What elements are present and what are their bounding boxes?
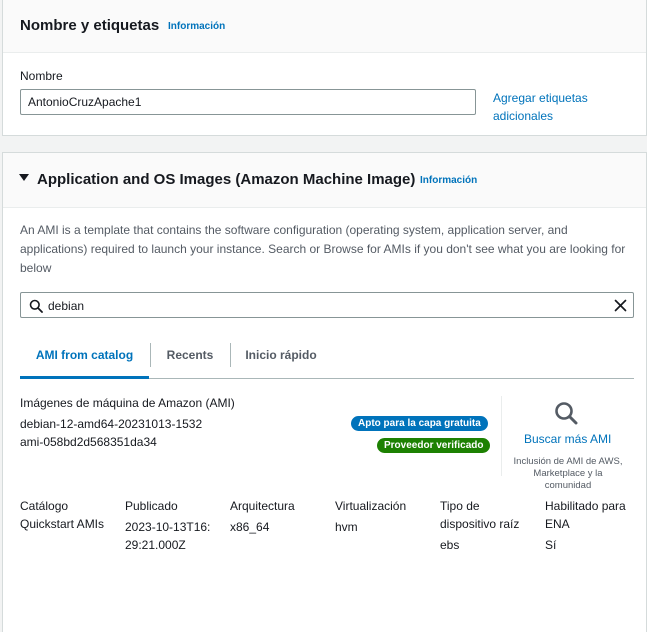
browse-more-amis-link[interactable]: Buscar más AMI <box>524 432 611 446</box>
attr-value: 2023-10-13T16:29:21.000Z <box>125 520 211 552</box>
attr-value: x86_64 <box>230 520 270 534</box>
attr-value: Sí <box>545 538 557 552</box>
attr-published: Publicado 2023-10-13T16:29:21.000Z <box>125 497 215 554</box>
attr-value: ebs <box>440 538 460 552</box>
close-icon[interactable] <box>614 299 627 312</box>
panel-header[interactable]: Application and OS Images (Amazon Machin… <box>3 153 646 208</box>
ami-description: An AMI is a template that contains the s… <box>20 223 626 275</box>
attr-key: Habilitado para ENA <box>545 499 626 531</box>
ami-search-input[interactable]: debian <box>20 292 634 318</box>
panel-title: Application and OS Images (Amazon Machin… <box>37 171 416 188</box>
ami-heading: Imágenes de máquina de Amazon (AMI) <box>20 396 235 410</box>
tab-quick-start[interactable]: Inicio rápido <box>231 341 331 378</box>
info-link[interactable]: Información <box>420 175 477 186</box>
attr-key: Virtualización <box>335 499 407 513</box>
attr-virtualization: Virtualización hvm <box>335 497 430 536</box>
info-link[interactable]: Información <box>168 21 225 32</box>
attr-value: Quickstart AMIs <box>20 517 105 531</box>
free-tier-badge: Apto para la capa gratuita <box>351 416 488 431</box>
panel-title: Nombre y etiquetas <box>20 17 160 34</box>
ami-tabs: AMI from catalog Recents Inicio rápido <box>20 341 634 379</box>
verified-provider-badge: Proveedor verificado <box>377 438 491 453</box>
attr-architecture: Arquitectura x86_64 <box>230 497 325 536</box>
attr-key: Arquitectura <box>230 499 295 513</box>
name-field-label: Nombre <box>20 69 63 83</box>
attr-ena-enabled: Habilitado para ENA Sí <box>545 497 640 554</box>
search-icon[interactable] <box>554 401 578 425</box>
tab-recents[interactable]: Recents <box>151 341 229 378</box>
attr-key: Catálogo <box>20 499 69 513</box>
attr-catalog: Catálogo Quickstart AMIs <box>20 497 115 533</box>
divider <box>501 396 502 476</box>
attr-value: hvm <box>335 520 358 534</box>
attr-key: Tipo de dispositivo raíz <box>440 499 520 531</box>
tab-ami-from-catalog[interactable]: AMI from catalog <box>20 341 149 379</box>
ami-name: debian-12-amd64-20231013-1532 <box>20 417 203 431</box>
attr-key: Publicado <box>125 499 178 513</box>
ami-id: ami-058bd2d568351da34 <box>20 435 157 449</box>
name-input[interactable]: AntonioCruzApache1 <box>20 89 476 115</box>
attr-root-device-type: Tipo de dispositivo raíz ebs <box>440 497 535 554</box>
browse-more-note: Inclusión de AMI de AWS, Marketplace y l… <box>513 456 623 491</box>
add-tags-link[interactable]: Agregar etiquetas adicionales <box>493 89 613 125</box>
caret-down-icon[interactable] <box>19 174 29 181</box>
search-icon <box>29 299 43 313</box>
ami-panel: Application and OS Images (Amazon Machin… <box>2 152 647 632</box>
name-and-tags-panel: Nombre y etiquetas Información Nombre An… <box>2 0 647 136</box>
search-value: debian <box>48 299 85 313</box>
panel-header: Nombre y etiquetas Información <box>3 0 646 53</box>
